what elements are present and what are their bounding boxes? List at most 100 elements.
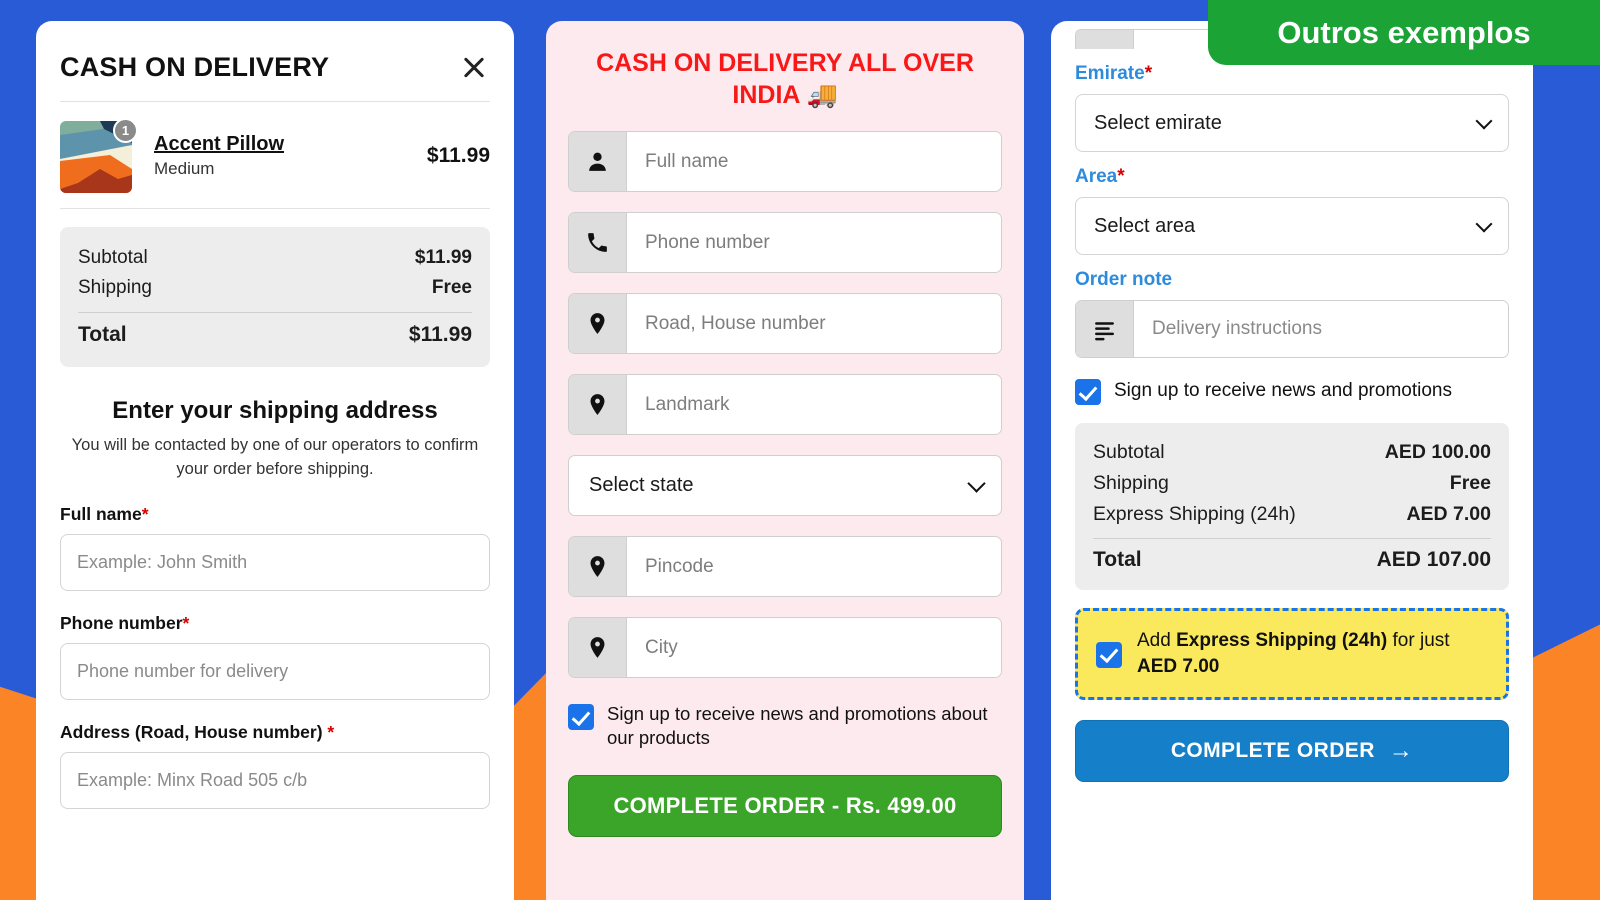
checkout-panel-india: CASH ON DELIVERY ALL OVER INDIA 🚚 Select… bbox=[546, 21, 1024, 900]
close-icon[interactable] bbox=[458, 51, 490, 83]
summary-divider bbox=[78, 312, 472, 313]
panel1-header: CASH ON DELIVERY bbox=[60, 43, 490, 101]
chevron-down-icon bbox=[1475, 112, 1493, 130]
upsell-middle: for just bbox=[1387, 630, 1450, 651]
state-select-value: Select state bbox=[589, 474, 694, 496]
shipping-value: Free bbox=[1449, 472, 1491, 494]
partial-icon-box bbox=[1076, 30, 1134, 49]
divider bbox=[60, 208, 490, 209]
express-shipping-checkbox[interactable] bbox=[1096, 641, 1122, 668]
emirate-label-text: Emirate bbox=[1075, 63, 1145, 84]
summary-row-total: Total $11.99 bbox=[78, 319, 472, 351]
summary-row-shipping: Shipping Free bbox=[1093, 468, 1491, 499]
product-thumbnail-wrap: 1 bbox=[60, 118, 138, 194]
pincode-input[interactable] bbox=[627, 537, 1001, 596]
pincode-field bbox=[568, 536, 1002, 597]
shipping-label: Shipping bbox=[1093, 472, 1169, 494]
shipping-value: Free bbox=[431, 277, 472, 298]
newsletter-optin-row: Sign up to receive news and promotions a… bbox=[568, 702, 1002, 751]
area-label-text: Area bbox=[1075, 166, 1118, 187]
upsell-strong-price: AED 7.00 bbox=[1137, 655, 1220, 677]
summary-row-total: Total AED 107.00 bbox=[1093, 544, 1491, 576]
subtotal-value: AED 100.00 bbox=[1384, 441, 1491, 463]
subtotal-value: $11.99 bbox=[414, 247, 472, 268]
order-note-label: Order note bbox=[1075, 269, 1173, 290]
product-price: $11.99 bbox=[426, 144, 490, 167]
required-asterisk: * bbox=[1144, 63, 1153, 84]
arrow-right-icon: → bbox=[1388, 736, 1414, 764]
landmark-field bbox=[568, 374, 1002, 435]
complete-order-button[interactable]: COMPLETE ORDER - Rs. 499.00 bbox=[568, 774, 1002, 837]
full-name-input[interactable] bbox=[60, 533, 490, 591]
newsletter-checkbox[interactable] bbox=[1075, 379, 1101, 405]
panel2-title: CASH ON DELIVERY ALL OVER INDIA 🚚 bbox=[596, 49, 974, 109]
product-info: Accent Pillow Medium bbox=[154, 133, 411, 179]
cart-line-item: 1 Accent Pillow Medium $11.99 bbox=[60, 102, 490, 208]
upsell-prefix: Add bbox=[1137, 630, 1177, 651]
location-pin-icon bbox=[569, 294, 627, 353]
newsletter-checkbox[interactable] bbox=[568, 704, 594, 730]
summary-row-express-shipping: Express Shipping (24h) AED 7.00 bbox=[1093, 499, 1491, 530]
newsletter-optin-row: Sign up to receive news and promotions bbox=[1075, 377, 1509, 405]
emirate-select[interactable]: Select emirate bbox=[1075, 94, 1509, 152]
summary-divider bbox=[1093, 538, 1491, 539]
summary-row-subtotal: Subtotal $11.99 bbox=[78, 243, 472, 273]
phone-number-field bbox=[568, 212, 1002, 273]
location-pin-icon bbox=[569, 618, 627, 677]
total-value: $11.99 bbox=[408, 323, 472, 346]
address-label-text: Address (Road, House number) bbox=[60, 721, 323, 742]
phone-icon bbox=[569, 213, 627, 272]
state-select[interactable]: Select state bbox=[568, 455, 1002, 516]
area-select-value: Select area bbox=[1094, 214, 1196, 237]
order-summary: Subtotal $11.99 Shipping Free Total $11.… bbox=[60, 227, 490, 367]
list-lines-icon bbox=[1076, 301, 1134, 357]
area-label: Area* bbox=[1075, 166, 1509, 188]
quantity-badge: 1 bbox=[113, 118, 138, 143]
complete-order-button[interactable]: COMPLETE ORDER → bbox=[1075, 719, 1509, 782]
subtotal-label: Subtotal bbox=[1093, 441, 1165, 463]
area-select[interactable]: Select area bbox=[1075, 197, 1509, 255]
address-label: Address (Road, House number) * bbox=[60, 722, 490, 743]
total-label: Total bbox=[1093, 548, 1142, 571]
landmark-input[interactable] bbox=[627, 375, 1001, 434]
express-shipping-value: AED 7.00 bbox=[1406, 503, 1491, 525]
full-name-label-text: Full name bbox=[60, 503, 142, 524]
checkout-panel-usd: CASH ON DELIVERY 1 Accent Pillow Medium bbox=[36, 21, 514, 900]
upsell-strong-service: Express Shipping (24h) bbox=[1176, 630, 1388, 651]
city-input[interactable] bbox=[627, 618, 1001, 677]
phone-number-input[interactable] bbox=[627, 213, 1001, 272]
full-name-input[interactable] bbox=[627, 132, 1001, 191]
emirate-label: Emirate* bbox=[1075, 63, 1509, 85]
full-name-field bbox=[568, 131, 1002, 192]
road-house-number-input[interactable] bbox=[627, 294, 1001, 353]
total-label: Total bbox=[78, 323, 127, 346]
express-shipping-label: Express Shipping (24h) bbox=[1093, 503, 1296, 525]
product-name-link[interactable]: Accent Pillow bbox=[154, 133, 284, 156]
order-summary: Subtotal AED 100.00 Shipping Free Expres… bbox=[1075, 423, 1509, 590]
order-note-input[interactable] bbox=[1134, 301, 1508, 357]
phone-number-label-text: Phone number bbox=[60, 612, 183, 633]
emirate-select-value: Select emirate bbox=[1094, 111, 1222, 134]
order-note-field bbox=[1075, 300, 1509, 358]
full-name-label: Full name* bbox=[60, 504, 490, 525]
shipping-address-heading: Enter your shipping address bbox=[112, 397, 438, 424]
product-variant: Medium bbox=[154, 159, 215, 178]
summary-row-shipping: Shipping Free bbox=[78, 273, 472, 303]
newsletter-label: Sign up to receive news and promotions bbox=[1114, 380, 1452, 401]
shipping-address-subtext: You will be contacted by one of our oper… bbox=[71, 436, 479, 478]
required-asterisk: * bbox=[327, 721, 335, 742]
page-title: CASH ON DELIVERY bbox=[60, 51, 330, 82]
road-house-number-field bbox=[568, 293, 1002, 354]
newsletter-label: Sign up to receive news and promotions a… bbox=[607, 703, 988, 749]
express-shipping-upsell-text: Add Express Shipping (24h) for just AED … bbox=[1137, 628, 1488, 680]
total-value: AED 107.00 bbox=[1376, 548, 1491, 571]
phone-number-input[interactable] bbox=[60, 642, 490, 700]
chevron-down-icon bbox=[967, 473, 986, 493]
shipping-label: Shipping bbox=[78, 277, 152, 298]
subtotal-label: Subtotal bbox=[78, 247, 148, 268]
address-input[interactable] bbox=[60, 751, 490, 809]
required-asterisk: * bbox=[1117, 166, 1125, 187]
checkout-panel-uae: Emirate* Select emirate Area* Select are… bbox=[1051, 21, 1533, 900]
express-shipping-upsell[interactable]: Add Express Shipping (24h) for just AED … bbox=[1075, 608, 1509, 700]
complete-order-label: COMPLETE ORDER bbox=[1170, 738, 1375, 762]
